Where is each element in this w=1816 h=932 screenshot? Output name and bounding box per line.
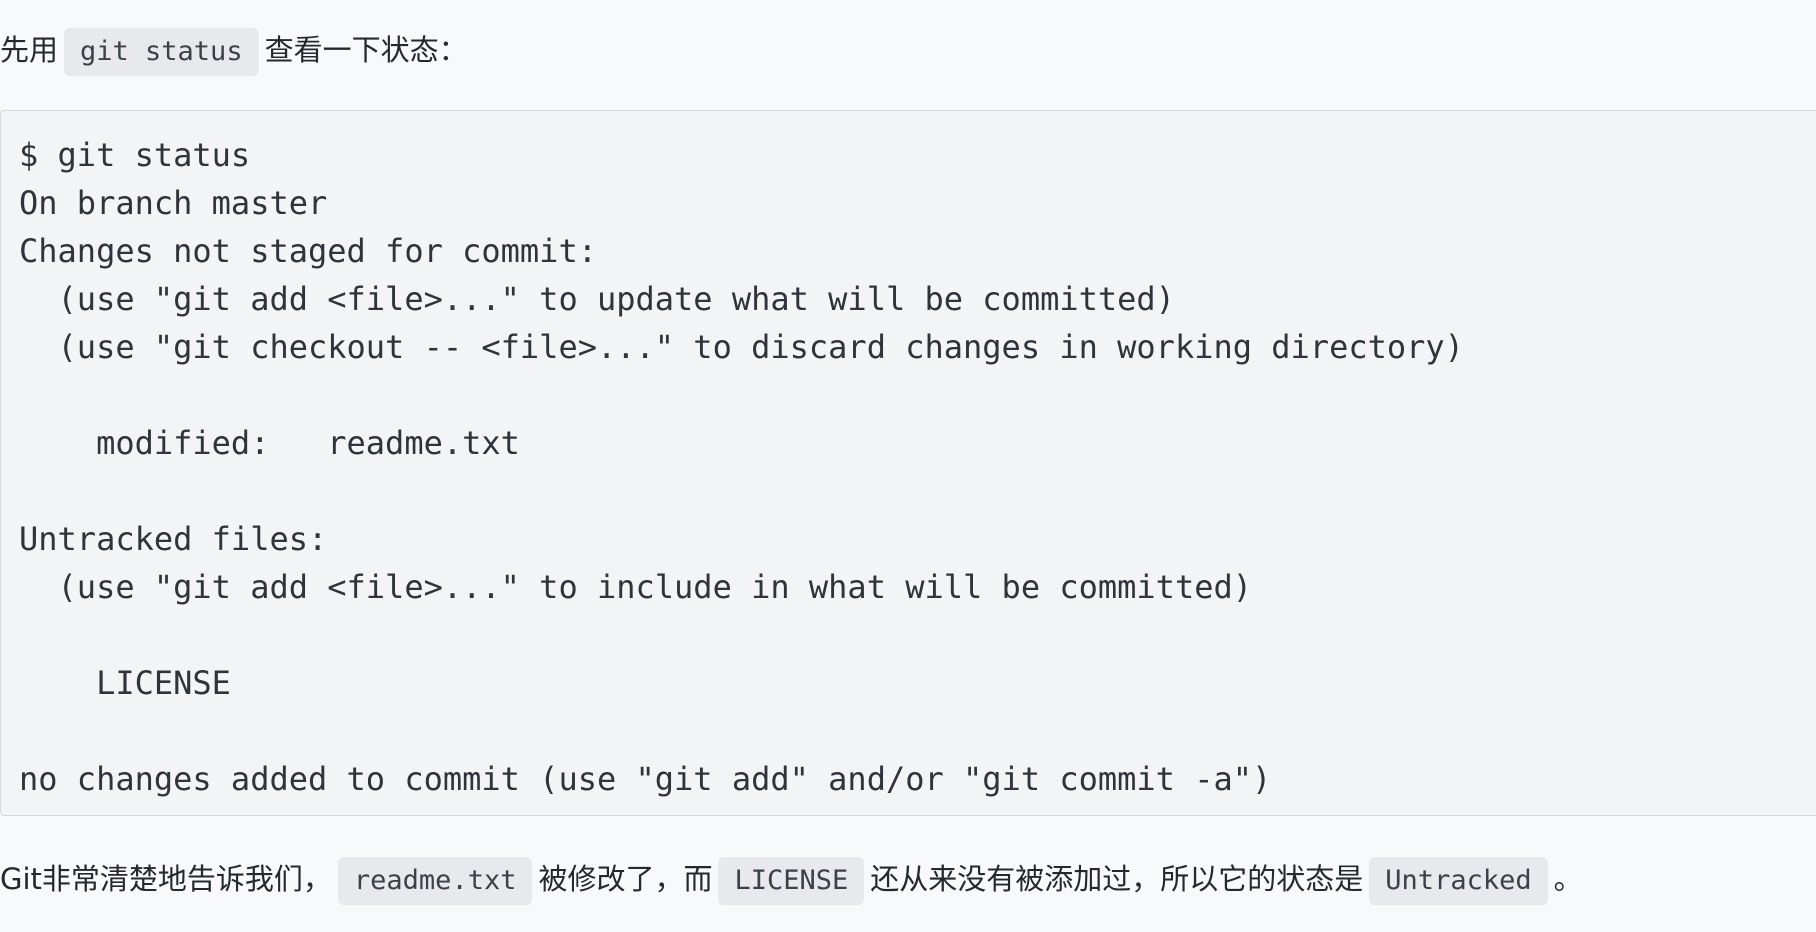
code-line: modified: readme.txt xyxy=(19,424,520,462)
summary-text-2: 被修改了，而 xyxy=(538,862,713,896)
intro-text-after: 查看一下状态： xyxy=(264,33,468,67)
summary-text-1: Git非常清楚地告诉我们， xyxy=(0,862,332,896)
inline-code-license: LICENSE xyxy=(718,857,865,905)
code-line: $ git status xyxy=(19,136,251,174)
code-line: On branch master xyxy=(19,184,328,222)
summary-text-4: 。 xyxy=(1553,862,1583,896)
intro-text-before: 先用 xyxy=(0,33,59,67)
code-line: Untracked files: xyxy=(19,520,328,558)
summary-paragraph: Git非常清楚地告诉我们， readme.txt 被修改了，而 LICENSE 还从来没… xyxy=(0,855,1583,905)
code-line: (use "git add <file>..." to update what … xyxy=(19,280,1175,318)
inline-code-readme: readme.txt xyxy=(337,857,533,905)
code-block: $ git status On branch master Changes no… xyxy=(0,110,1816,816)
code-line: Changes not staged for commit: xyxy=(19,232,597,270)
code-line: no changes added to commit (use "git add… xyxy=(19,760,1272,798)
inline-code-untracked: Untracked xyxy=(1369,857,1548,905)
summary-text-3: 还从来没有被添加过，所以它的状态是 xyxy=(870,862,1364,896)
code-line: LICENSE xyxy=(19,664,231,702)
intro-paragraph: 先用 git status 查看一下状态： xyxy=(0,26,468,76)
inline-code-git-status: git status xyxy=(64,28,259,76)
code-line: (use "git checkout -- <file>..." to disc… xyxy=(19,328,1464,366)
code-line: (use "git add <file>..." to include in w… xyxy=(19,568,1252,606)
